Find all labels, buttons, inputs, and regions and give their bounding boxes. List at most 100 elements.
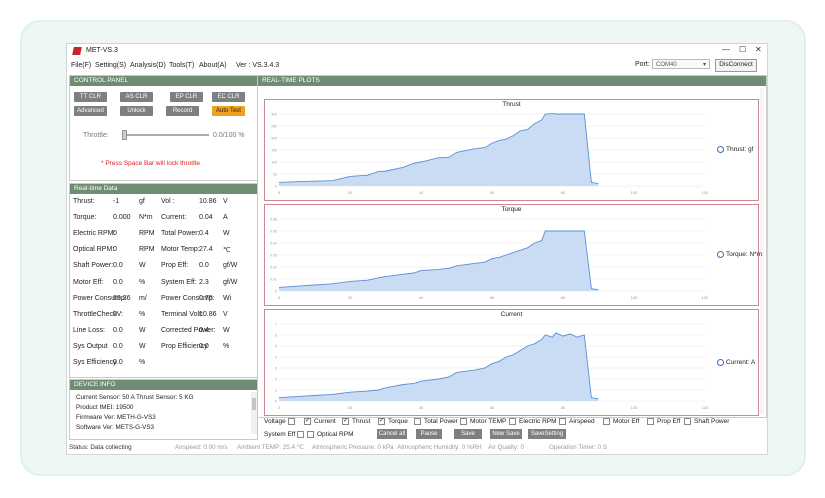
plot-checkbox-thrust[interactable]: ✓ Thrust (342, 418, 370, 425)
scrollbar-thumb[interactable] (252, 398, 256, 410)
checkbox-icon[interactable]: ✓ (304, 418, 311, 425)
device-info-panel: DEVICE INFO Current Sensor: 50 A Thrust … (69, 379, 258, 440)
plot-checkbox-optical-rpm[interactable]: Optical RPM (307, 431, 353, 438)
device-info-line: Software Ver: METS-G-VS3 (76, 424, 155, 431)
checkbox-label: Shaft Power (694, 418, 730, 426)
checkbox-icon[interactable] (603, 418, 610, 425)
auto-test-button[interactable]: Auto Test (212, 106, 245, 116)
plot-checkbox-shaft-power[interactable]: Shaft Power (684, 418, 729, 425)
plot-checkbox-motor-eff[interactable]: Motor Eff (603, 418, 639, 425)
realtime-field-unit: W (139, 342, 146, 350)
ec-clr-button[interactable]: EC CLR (212, 92, 245, 102)
new-save-button[interactable]: New Save (490, 429, 522, 439)
y-tick-label: 300 (271, 113, 277, 117)
plot-checkbox-prop-eff[interactable]: Prop Eff (647, 418, 680, 425)
menu-setting[interactable]: Setting(S) (95, 62, 126, 69)
tt-clr-button[interactable]: TT CLR (74, 92, 107, 102)
checkbox-icon[interactable]: ✓ (342, 418, 349, 425)
checkbox-icon[interactable] (307, 431, 314, 438)
menu-file[interactable]: File(F) (71, 62, 91, 69)
checkbox-icon[interactable] (684, 418, 691, 425)
ep-clr-button[interactable]: EP CLR (170, 92, 203, 102)
plot-title: Torque (501, 206, 522, 213)
realtime-field-unit: RPM (139, 246, 155, 254)
checkbox-label: Voltage (264, 418, 286, 426)
plot-checkbox-electric-rpm[interactable]: Electric RPM (509, 418, 557, 425)
x-tick-label: 120 (702, 190, 709, 195)
plot-checkbox-voltage[interactable]: Voltage (264, 418, 298, 425)
maximize-button[interactable]: ☐ (739, 45, 746, 54)
plot-legend: Current: A (717, 358, 755, 366)
series-area (279, 231, 599, 291)
menu-about[interactable]: About(A) (199, 62, 227, 69)
realtime-data-header: Real-time Data (70, 184, 257, 194)
realtime-field-value: 0 (113, 230, 117, 238)
thrust-plot[interactable]: Thrust 0 50 100 150 200 250 300 0 20 40 60 80 100 120 T… (264, 99, 759, 201)
x-tick-label: 60 (490, 295, 495, 300)
unlock-button[interactable]: Unlock (120, 106, 153, 116)
realtime-field-unit: W (139, 262, 146, 270)
y-tick-label: 6 (275, 334, 277, 338)
x-tick-label: 100 (631, 295, 638, 300)
x-tick-label: 60 (490, 405, 495, 410)
checkbox-icon[interactable] (509, 418, 516, 425)
advanced-button[interactable]: Advanced (74, 106, 107, 116)
legend-circle-icon (717, 251, 724, 258)
pause-button[interactable]: Pause (416, 429, 442, 439)
realtime-field-label: Vol : (161, 198, 175, 205)
record-button[interactable]: Record (166, 106, 199, 116)
plot-svg: 0 0.01 0.02 0.03 0.04 0.05 0.06 0 20 40 60 80 100 120 (270, 218, 709, 301)
realtime-field-unit: W (223, 230, 230, 238)
save-button[interactable]: Save (454, 429, 482, 439)
checkbox-icon[interactable] (559, 418, 566, 425)
plot-checkbox-motor-temp[interactable]: Motor TEMP (460, 418, 506, 425)
plot-checkbox-torque[interactable]: ✓ Torque (378, 418, 408, 425)
y-tick-label: 200 (271, 137, 277, 141)
legend-label: Torque: N*m (726, 251, 763, 259)
throttle-slider-track[interactable] (123, 134, 209, 136)
checkbox-icon[interactable] (414, 418, 421, 425)
x-tick-label: 20 (348, 295, 353, 300)
as-clr-button[interactable]: AS CLR (120, 92, 153, 102)
realtime-field-value: 0.0 (113, 342, 123, 350)
savesetting-button[interactable]: SaveSetting (528, 429, 566, 439)
menu-tools[interactable]: Tools(T) (169, 62, 194, 69)
current-plot[interactable]: Current 0 1 2 3 4 5 6 7 0 20 40 60 80 100 120 Current: A (264, 309, 759, 416)
checkbox-icon[interactable] (460, 418, 467, 425)
humidity-status: Atmospheric Humidity: 0 %RH (397, 444, 482, 451)
close-button[interactable]: ✕ (755, 45, 762, 54)
realtime-field-value: 2.3 (199, 278, 209, 286)
realtime-field-value: 0.4 (199, 326, 209, 334)
port-select[interactable]: COM40 ▾ (652, 59, 710, 69)
checkbox-icon[interactable] (297, 431, 305, 438)
plot-title: Current (500, 311, 523, 318)
checkbox-icon[interactable] (287, 418, 295, 425)
realtime-field-unit: gf/W (223, 278, 238, 286)
cancel-all-button[interactable]: Cancel all (377, 429, 407, 439)
realtime-field-value: 27.4 (199, 246, 213, 254)
port-value: COM40 (656, 62, 677, 68)
throttle-slider-handle[interactable] (122, 130, 127, 140)
realtime-field-label: Thrust: (73, 198, 95, 205)
plots-header: REAL-TIME PLOTS (258, 76, 766, 86)
torque-plot[interactable]: Torque 0 0.01 0.02 0.03 0.04 0.05 0.06 0 20 40 60 80… (264, 204, 763, 306)
realtime-field-label: Motor Temp: (161, 246, 200, 254)
plot-checkbox-system-eff[interactable]: System Eff (264, 431, 307, 438)
realtime-field-label: Motor Eff: (73, 278, 104, 286)
checkbox-icon[interactable] (647, 418, 654, 425)
plot-checkbox-total-power[interactable]: Total Power (414, 418, 458, 425)
menu-analysis[interactable]: Analysis(D) (130, 62, 166, 69)
device-info-line: Firmware Ver: METH-G-VS3 (76, 414, 156, 421)
window-title: MET-VS.3 (86, 47, 118, 54)
disconnect-button[interactable]: DisConnect (715, 59, 757, 72)
minimize-button[interactable]: — (722, 45, 730, 54)
plot-checkbox-airspeed[interactable]: Airspeed (559, 418, 595, 425)
throttle-value: 0.0/100 % (213, 132, 245, 139)
x-tick-label: 80 (561, 295, 566, 300)
plot-checkbox-current[interactable]: ✓ Current (304, 418, 336, 425)
legend-label: Thrust: gf (726, 146, 754, 154)
realtime-field-unit: Wi (223, 294, 232, 302)
checkbox-icon[interactable]: ✓ (378, 418, 385, 425)
realtime-field-unit: V (223, 198, 228, 205)
realtime-field-unit: % (139, 278, 146, 286)
